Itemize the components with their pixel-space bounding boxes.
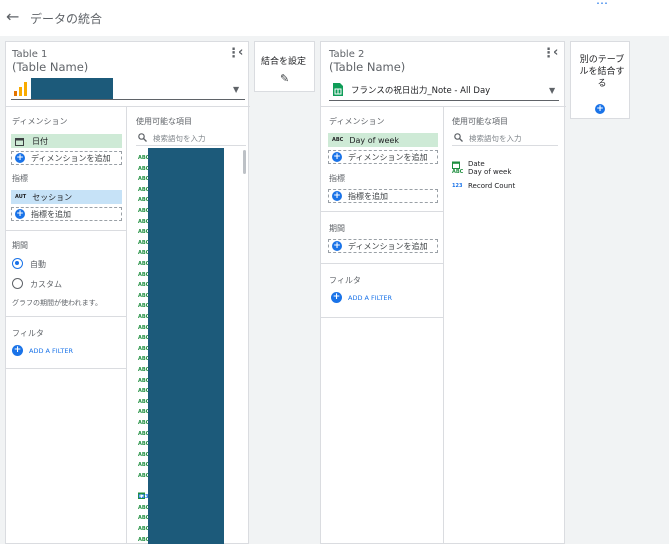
sheets-icon [333,83,343,96]
join-config-label: 結合を設定 [261,57,307,67]
scrollbar-thumb[interactable] [243,150,246,174]
plus-icon: + [332,191,342,201]
dimension-chip-label: Day of week [349,135,399,145]
search-placeholder: 検索語句を入力 [153,134,206,143]
search-icon [454,133,463,142]
metric-type-tag: AUT [15,194,27,200]
add-table-label: 別のテーブルを結合する [579,55,625,89]
add-table-card[interactable]: 別のテーブルを結合する + [570,41,630,119]
field-item[interactable]: ABC Day of week [452,168,511,176]
edit-pencil-icon[interactable]: ✎ [280,72,289,85]
chevron-down-icon: ▼ [233,85,240,94]
column-divider [126,107,127,544]
add-dimension-button[interactable]: + ディメンションを追加 [11,151,122,165]
table1-source-dropdown[interactable]: ▼ [11,78,245,100]
table2-subname[interactable]: (Table Name) [329,60,405,74]
add-dimension-label: ディメンションを追加 [31,153,111,163]
plus-icon: + [15,209,25,219]
available-fields-label: 使用可能な項目 [452,117,508,126]
add-dimension-label: ディメンションを追加 [348,152,428,162]
search-icon [138,133,147,142]
field-type-tag [138,484,145,499]
table2-panel: Table 2 (Table Name) ⋮ ‹ フランスの祝日出力_Note … [320,41,566,544]
period-custom-radio[interactable] [12,278,23,289]
page-title: データの統合 [30,12,103,26]
redacted-field-list [148,148,224,544]
add-metric-label: 指標を追加 [348,191,388,201]
field-search-input[interactable]: 検索語句を入力 [452,131,558,146]
period-note: グラフの期間が使われます。 [12,299,102,307]
top-bar: ← データの統合 ⋯ [0,0,669,36]
join-config-card[interactable]: 結合を設定 ✎ [254,41,315,92]
field-name: Day of week [468,168,512,176]
add-period-dimension-label: ディメンションを追加 [348,241,428,251]
dimensions-label: ディメンション [329,117,385,126]
filter-label: フィルタ [329,276,361,285]
search-placeholder: 検索語句を入力 [469,134,522,143]
table1-collapse-icon[interactable]: ‹ [238,45,243,60]
dimension-chip-label: 日付 [32,136,48,146]
period-custom-label: カスタム [30,280,62,289]
redacted-source-name [31,78,113,99]
plus-icon: + [332,152,342,162]
calendar-icon [15,137,24,146]
divider [321,317,443,318]
divider [321,211,443,212]
add-filter-button[interactable]: + ADD A FILTER [331,292,392,303]
metric-chip-label: セッション [32,192,73,202]
table1-subname[interactable]: (Table Name) [12,60,88,74]
analytics-bar-icon [14,82,27,96]
column-divider [443,107,444,544]
period-label: 期間 [12,241,28,250]
divider [6,230,126,231]
period-auto-label: 自動 [30,260,46,269]
add-filter-button[interactable]: + ADD A FILTER [12,345,73,356]
dimension-type-tag: ABC [332,137,344,143]
table2-name: Table 2 [329,49,365,60]
table1-name: Table 1 [12,49,48,60]
divider [6,106,250,107]
table2-collapse-icon[interactable]: ‹ [553,45,558,60]
divider [6,316,126,317]
field-name: Date [468,159,485,168]
field-type-tag: 123 [138,494,149,501]
plus-icon[interactable]: + [595,104,605,114]
field-name: Record Count [468,182,516,190]
available-fields-label: 使用可能な項目 [136,117,192,126]
dimension-chip-day-of-week[interactable]: ABC Day of week [328,133,438,147]
add-dimension-button[interactable]: + ディメンションを追加 [328,150,438,164]
metrics-label: 指標 [12,174,28,183]
divider [6,368,126,369]
divider [321,263,443,264]
back-arrow-icon[interactable]: ← [6,8,19,26]
add-metric-button[interactable]: + 指標を追加 [328,189,438,203]
plus-icon: + [331,292,342,303]
plus-icon: + [12,345,23,356]
table1-panel: Table 1 (Table Name) ⋮ ‹ ▼ ディメンション 日付 + … [5,41,250,544]
add-metric-button[interactable]: + 指標を追加 [11,207,122,221]
add-period-dimension-button[interactable]: + ディメンションを追加 [328,239,438,253]
dimensions-label: ディメンション [12,117,68,126]
more-dots-icon[interactable]: ⋯ [596,0,609,10]
field-type-tag: 123 [452,183,463,189]
metric-chip-sessions[interactable]: AUT セッション [11,190,122,204]
field-search-input[interactable]: 検索語句を入力 [136,131,246,146]
field-type-tag: ABC [452,169,464,175]
add-filter-label: ADD A FILTER [29,346,74,355]
plus-icon: + [332,241,342,251]
plus-icon: + [15,153,25,163]
add-filter-label: ADD A FILTER [348,293,393,302]
period-label: 期間 [329,224,345,233]
chevron-down-icon: ▼ [549,86,556,95]
period-auto-radio[interactable] [12,258,23,269]
add-metric-label: 指標を追加 [31,209,71,219]
table2-source-dropdown[interactable]: フランスの祝日出力_Note - All Day ▼ [329,79,559,101]
table2-source-name: フランスの祝日出力_Note - All Day [351,86,491,96]
metrics-label: 指標 [329,174,345,183]
dimension-chip-date[interactable]: 日付 [11,134,122,148]
filter-label: フィルタ [12,329,44,338]
field-item[interactable]: 123 Record Count [452,182,515,190]
